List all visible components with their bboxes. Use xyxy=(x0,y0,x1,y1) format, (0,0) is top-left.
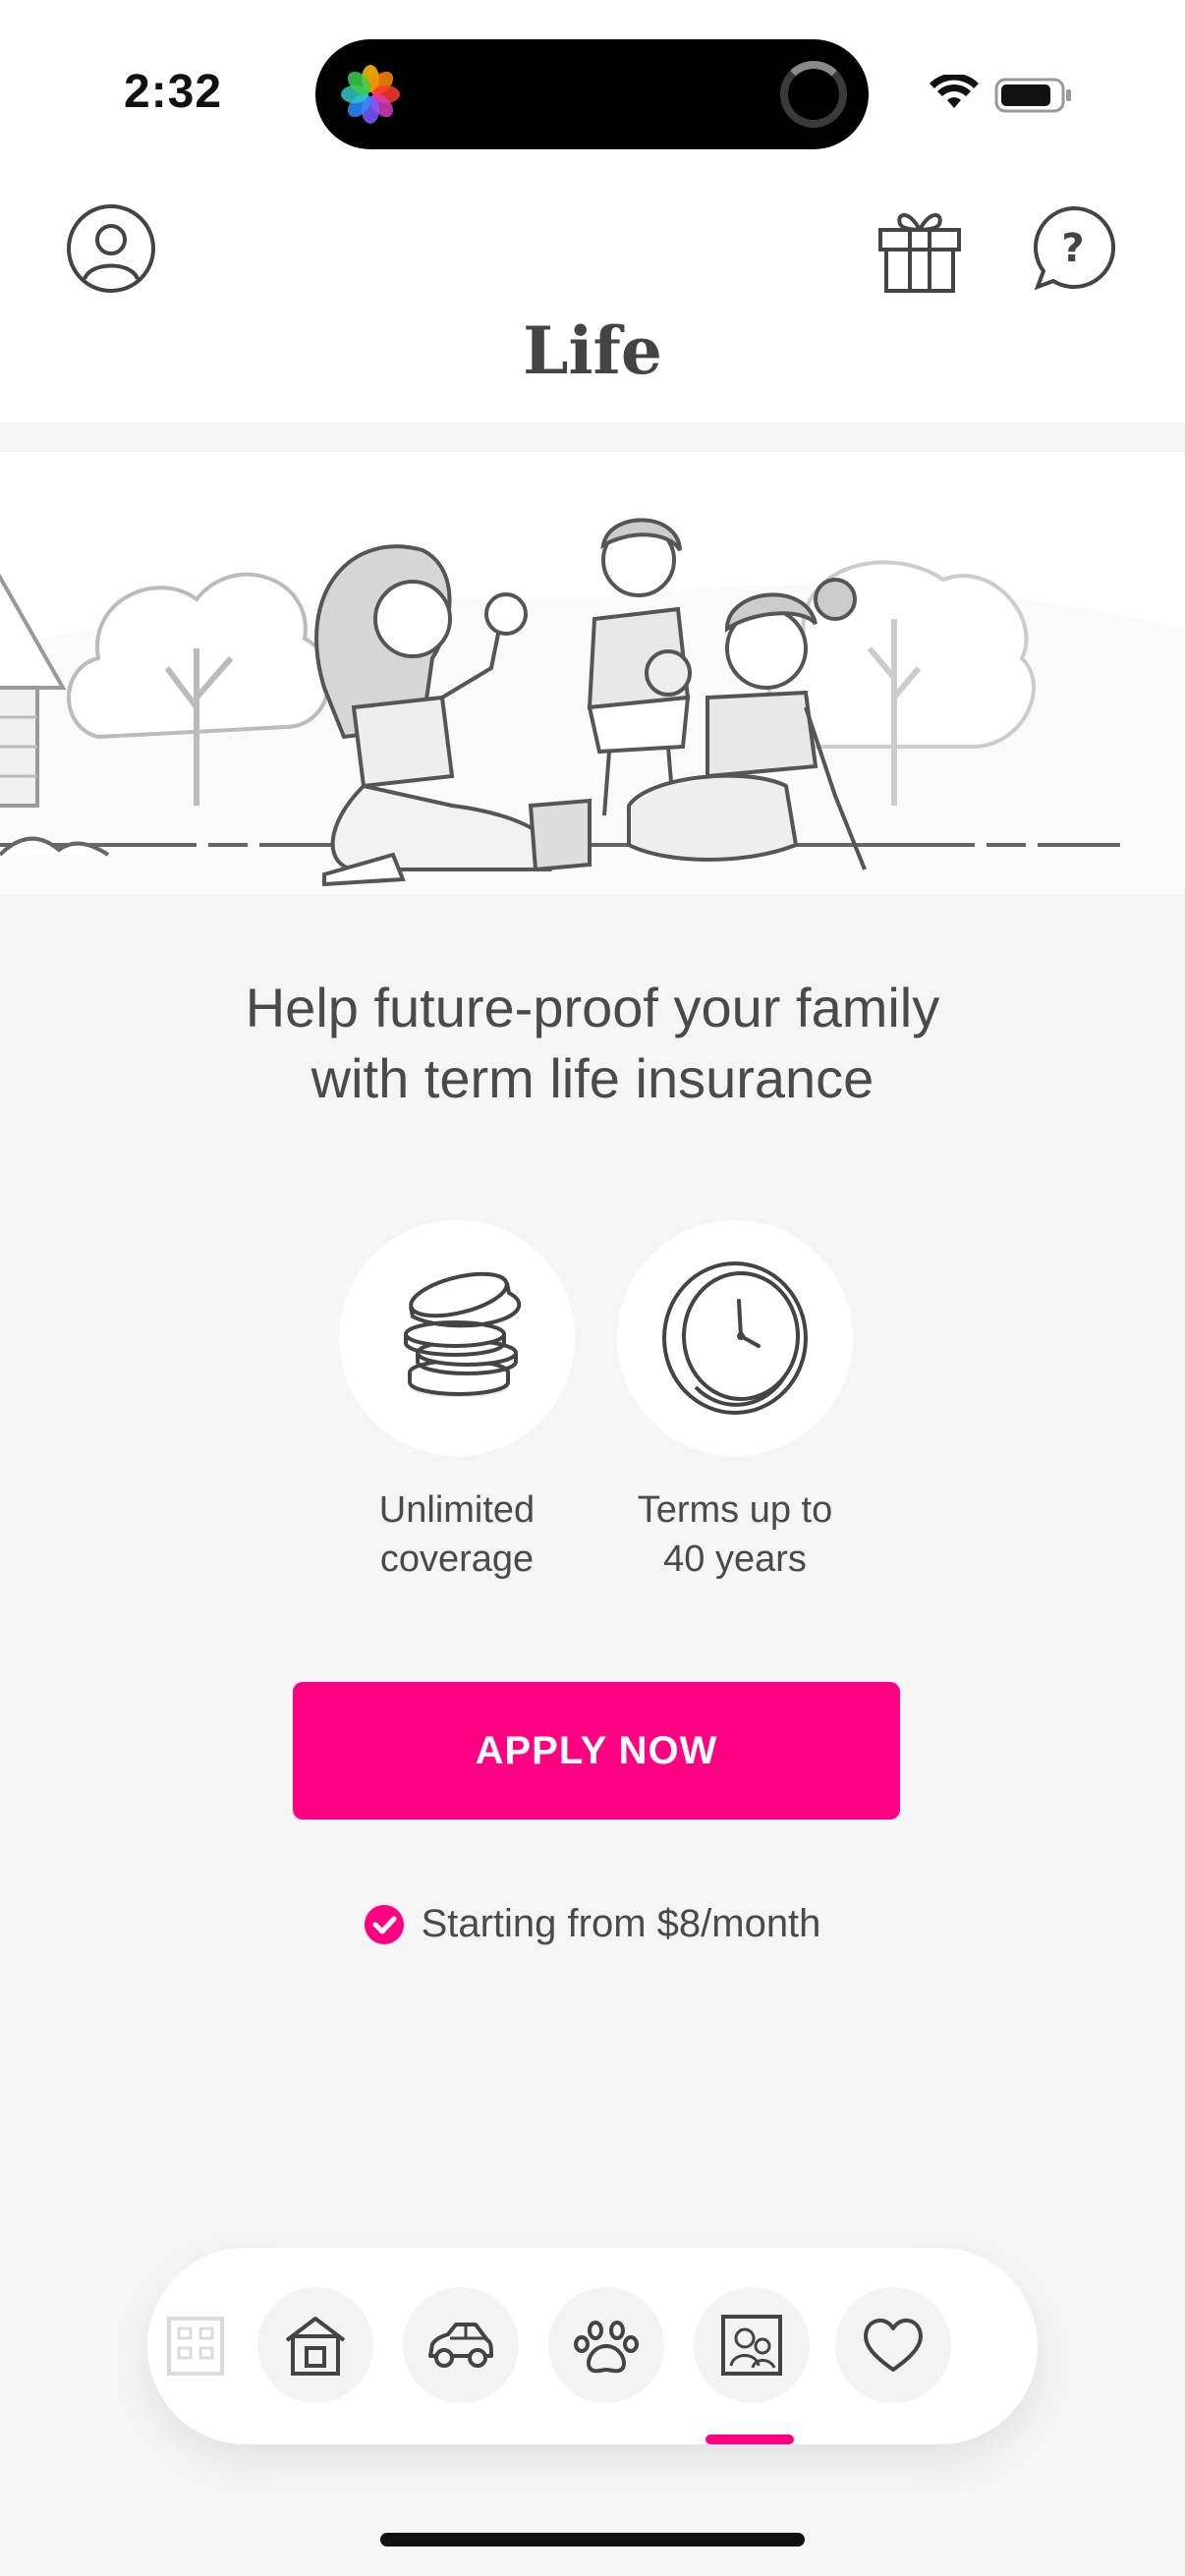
home-indicator xyxy=(380,2533,805,2547)
headline: Help future-proof your family with term … xyxy=(0,973,1185,1114)
heart-icon xyxy=(864,2319,923,2372)
battery-icon xyxy=(994,78,1071,113)
photo-frame-icon xyxy=(721,2315,782,2376)
headline-line-2: with term life insurance xyxy=(310,1047,875,1109)
nav-item-pet[interactable] xyxy=(548,2287,664,2403)
feature-icon-circle xyxy=(339,1220,575,1456)
feature-1-line-1: Unlimited xyxy=(378,1489,536,1531)
profile-icon[interactable] xyxy=(65,202,157,295)
family-illustration xyxy=(0,452,1185,894)
coins-icon xyxy=(404,1271,522,1397)
building-icon xyxy=(167,2317,224,2376)
photos-app-icon xyxy=(341,65,400,124)
feature-2-line-2: 40 years xyxy=(663,1539,807,1580)
nav-item-home[interactable] xyxy=(257,2287,373,2403)
feature-terms: Terms up to 40 years xyxy=(597,1220,873,1584)
svg-text:?: ? xyxy=(1061,226,1084,271)
feature-1-line-2: coverage xyxy=(379,1539,535,1580)
nav-item-health[interactable] xyxy=(835,2287,951,2403)
feature-icon-circle xyxy=(617,1220,853,1456)
wifi-icon xyxy=(930,75,979,108)
clock-icon xyxy=(662,1261,808,1415)
paw-icon xyxy=(574,2321,639,2374)
help-icon[interactable]: ? xyxy=(1030,204,1116,291)
activity-spinner-icon xyxy=(780,61,847,128)
price-note: Starting from $8/month xyxy=(0,1902,1185,1946)
nav-item-building[interactable] xyxy=(138,2287,254,2403)
page-title: Life xyxy=(523,312,662,389)
feature-unlimited-coverage: Unlimited coverage xyxy=(319,1220,594,1584)
home-icon xyxy=(285,2317,346,2376)
active-tab-indicator xyxy=(705,2435,794,2444)
nav-item-life[interactable] xyxy=(694,2287,810,2403)
check-circle-icon xyxy=(364,1904,404,1944)
bottom-nav xyxy=(147,2248,1038,2444)
price-note-text: Starting from $8/month xyxy=(421,1902,821,1945)
dynamic-island xyxy=(315,39,869,149)
car-icon xyxy=(428,2323,493,2368)
status-time: 2:32 xyxy=(124,66,223,118)
feature-2-line-1: Terms up to xyxy=(637,1489,833,1531)
gift-icon[interactable] xyxy=(875,200,965,295)
headline-line-1: Help future-proof your family xyxy=(245,977,940,1038)
apply-now-button[interactable]: APPLY NOW xyxy=(293,1682,900,1820)
nav-item-car[interactable] xyxy=(403,2287,519,2403)
